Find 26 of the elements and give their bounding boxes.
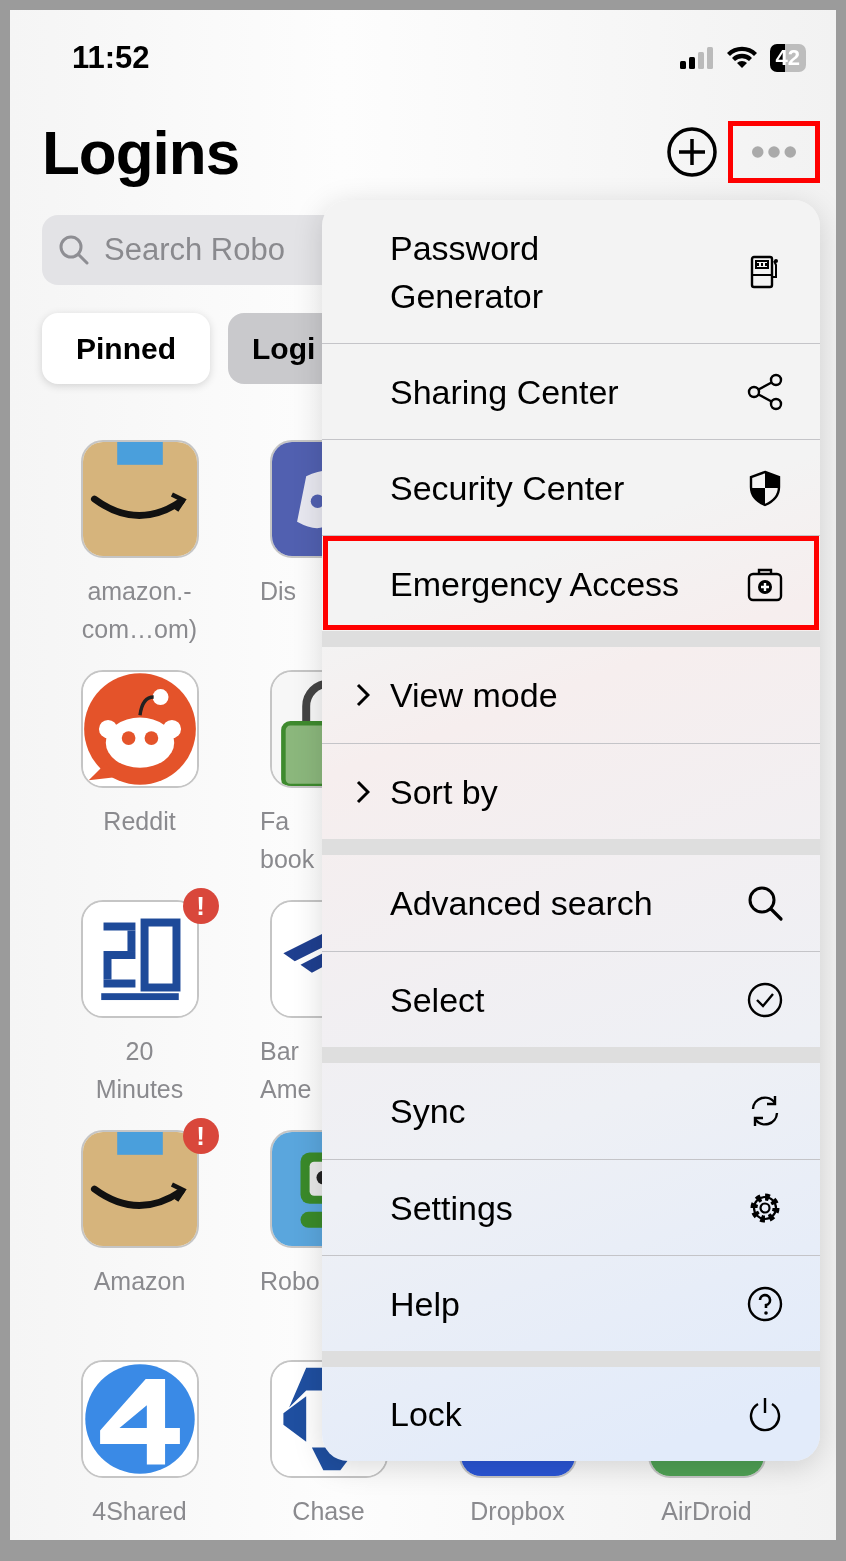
status-time: 11:52 (72, 40, 150, 76)
app-label: Dropbox (470, 1496, 565, 1527)
app-label: 4Shared (92, 1496, 187, 1527)
app-label: Amazon (93, 1266, 186, 1297)
app-label: Fa book (260, 806, 315, 875)
menu-item-label: Advanced search (390, 883, 654, 924)
app-label: 20 Minutes (95, 1036, 184, 1105)
app-label: AirDroid (661, 1496, 752, 1527)
page-title: Logins (42, 116, 240, 188)
menu-item-label: Settings (390, 1187, 514, 1229)
menu-item-label: Lock (390, 1394, 463, 1435)
menu-item-label: Sort by (390, 771, 499, 813)
menu-item-label: Help (390, 1283, 461, 1325)
menu-item-label: Security Center (390, 467, 626, 509)
app-label: Reddit (103, 806, 176, 837)
app-label: Bar Ame (260, 1036, 312, 1105)
app-label: amazon.- com…om) (81, 576, 198, 645)
alert-badge: ! (182, 1118, 219, 1154)
alert-badge: ! (182, 888, 219, 924)
menu-item-label: Sync (390, 1091, 467, 1132)
app-label: Robo (260, 1266, 320, 1297)
app-label: Dis (260, 576, 297, 607)
menu-item-label: Select (390, 979, 486, 1021)
app-label: Chase (292, 1496, 365, 1527)
menu-item-label: View mode (390, 675, 559, 716)
menu-item-label: Emergency Access (390, 563, 681, 605)
